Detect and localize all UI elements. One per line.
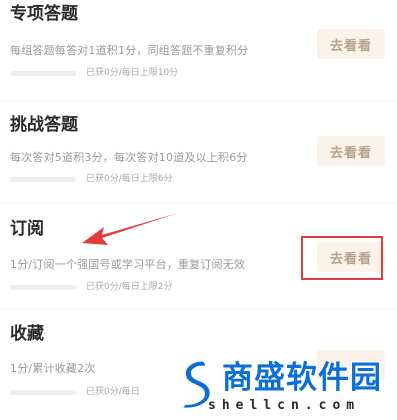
task-item-special-quiz: 专项答题 每组答题每答对1道积1分，同组答题不重复积分 已获0分/每日上限10分…	[0, 0, 397, 100]
progress-text: 已获0分/每日上限10分	[86, 68, 179, 78]
progress-text: 已获0分/每日上限2分	[86, 282, 173, 292]
task-title: 订阅	[10, 219, 44, 239]
progress-text: 已获0分/每日	[86, 387, 140, 397]
progress-text: 已获0分/每日上限6分	[86, 174, 173, 184]
watermark-brand: 商盛软件园	[221, 359, 382, 397]
progress-bar	[10, 177, 76, 182]
go-see-button[interactable]: 去看看	[317, 136, 385, 166]
task-description: 1分/订阅一个强国号或学习平台，重复订阅无效	[10, 258, 246, 271]
red-arrow-icon	[82, 213, 178, 245]
divider	[0, 203, 397, 204]
highlight-box	[301, 236, 383, 280]
progress-bar	[10, 71, 76, 76]
task-description: 1分/累计收藏2次	[10, 362, 96, 375]
watermark-domain: shellcn.com	[208, 398, 361, 413]
progress-bar	[10, 390, 76, 395]
divider	[0, 100, 397, 101]
go-see-button[interactable]: 去看看	[317, 29, 385, 59]
task-title: 专项答题	[10, 4, 78, 24]
progress-bar	[10, 285, 76, 290]
divider	[0, 308, 397, 309]
task-description: 每次答对5道积3分，每次答对10道及以上积6分	[10, 151, 248, 164]
task-title: 收藏	[10, 324, 44, 344]
task-description: 每组答题每答对1道积1分，同组答题不重复积分	[10, 44, 249, 57]
task-title: 挑战答题	[10, 115, 78, 135]
